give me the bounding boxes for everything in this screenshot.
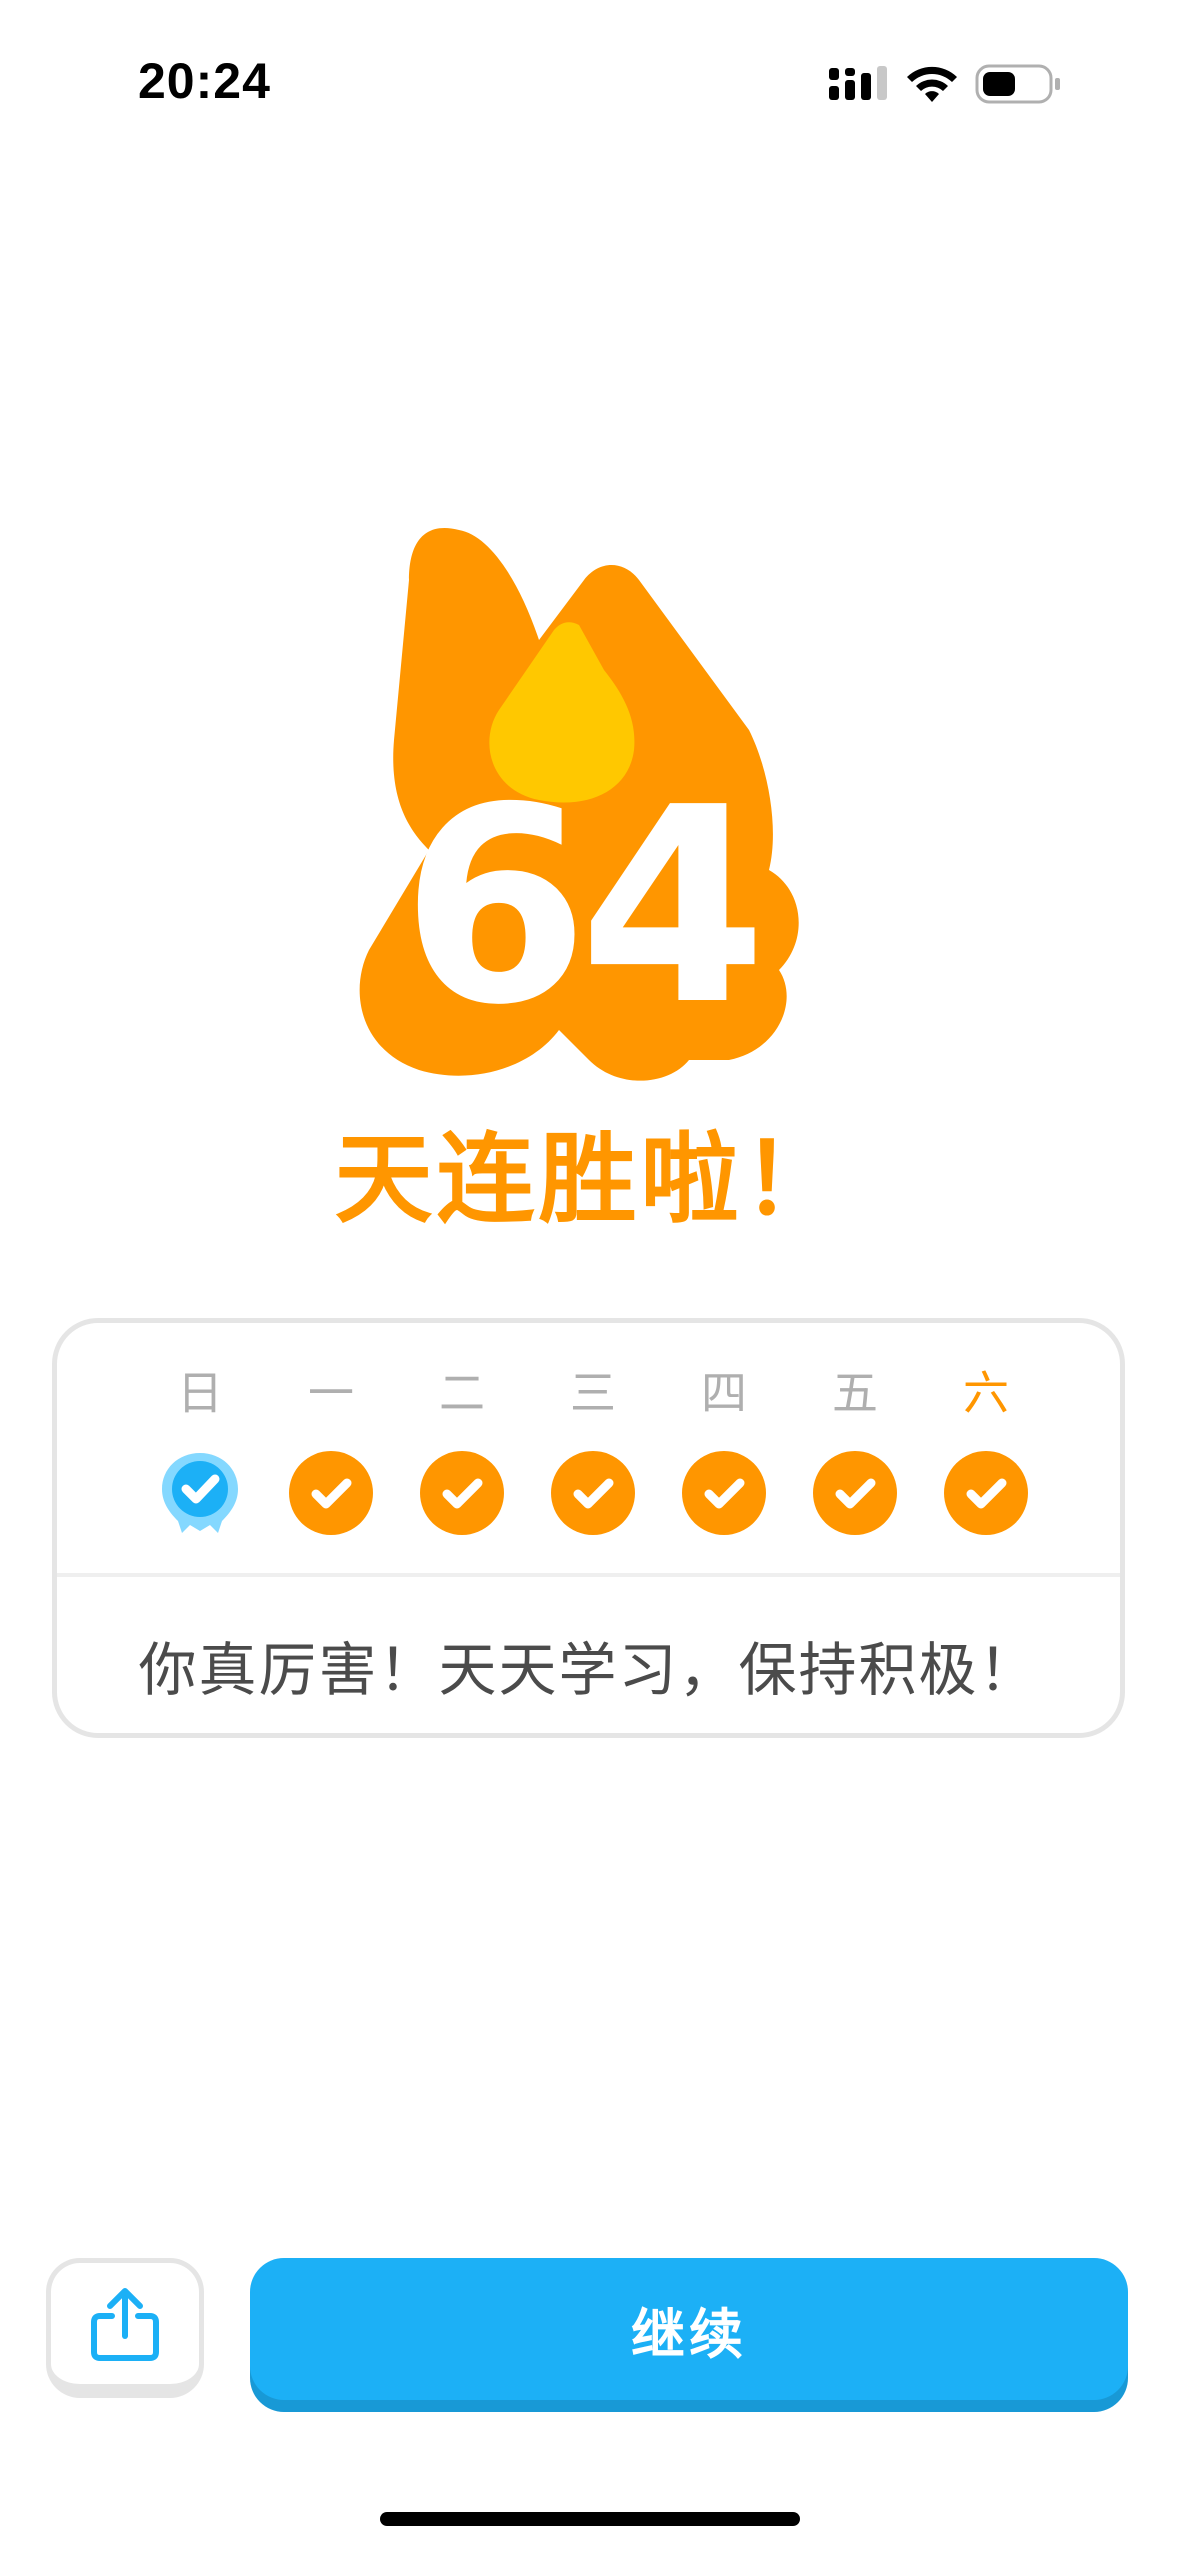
cellular-signal-icon (829, 66, 887, 100)
check-icon (682, 1451, 766, 1535)
card-divider (57, 1573, 1120, 1577)
check-icon (420, 1451, 504, 1535)
streak-title: 天连胜啦！ (334, 1123, 845, 1237)
streak-freeze-icon (162, 1453, 238, 1533)
wifi-icon (907, 66, 957, 102)
home-indicator[interactable] (380, 2512, 800, 2526)
continue-button[interactable]: 继续 (250, 2258, 1128, 2400)
day-label: 一 (308, 1366, 354, 1420)
day-label: 四 (701, 1366, 747, 1420)
day-label: 五 (832, 1366, 878, 1420)
day-label: 三 (570, 1366, 616, 1420)
share-icon (91, 2287, 159, 2361)
day-label: 日 (177, 1366, 223, 1420)
check-icon (289, 1451, 373, 1535)
check-icon (813, 1451, 897, 1535)
check-icon (944, 1451, 1028, 1535)
day-sunday: 日 (145, 1363, 255, 1563)
status-bar: 20:24 (0, 0, 1179, 170)
week-streak-card: 日 一 二 三 四 五 六 你真厉害！天天学习，保持积极！ (52, 1318, 1125, 1738)
share-button[interactable] (46, 2258, 204, 2398)
status-time: 20:24 (138, 53, 271, 109)
day-tuesday: 二 (407, 1363, 517, 1563)
day-monday: 一 (276, 1363, 386, 1563)
streak-count: 64 (401, 749, 757, 1064)
battery-icon (975, 64, 1060, 104)
day-friday: 五 (800, 1363, 910, 1563)
day-wednesday: 三 (538, 1363, 648, 1563)
day-thursday: 四 (669, 1363, 779, 1563)
encouragement-message: 你真厉害！天天学习，保持积极！ (138, 1636, 1039, 1704)
check-icon (551, 1451, 635, 1535)
day-label: 二 (439, 1366, 485, 1420)
day-label-today: 六 (963, 1366, 1009, 1420)
day-saturday: 六 (931, 1363, 1041, 1563)
streak-flame-graphic: 64 (359, 528, 799, 1081)
status-icons (829, 64, 1060, 104)
week-row: 日 一 二 三 四 五 六 (145, 1363, 1045, 1563)
